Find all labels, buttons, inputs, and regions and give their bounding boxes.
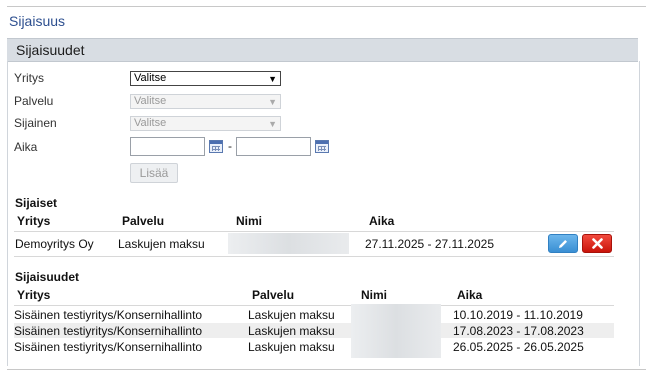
- location-label: Sijainen: [14, 116, 57, 130]
- location-select-value: Valitse: [134, 117, 167, 129]
- panel-title: Sijaisuudet: [16, 42, 85, 58]
- table-cell-service: Laskujen maksu: [248, 308, 335, 322]
- service-select[interactable]: Valitse ▼: [130, 94, 281, 109]
- table-cell-time: 10.10.2019 - 11.10.2019: [453, 308, 583, 322]
- table-cell-service: Laskujen maksu: [248, 340, 335, 354]
- pencil-icon: [559, 239, 567, 248]
- table-cell-company: Sisäinen testiyritys/Konsernihallinto: [14, 324, 203, 338]
- service-label: Palvelu: [14, 94, 54, 108]
- table-cell-service: Laskujen maksu: [118, 237, 205, 251]
- row-divider: [14, 256, 614, 257]
- column-header-time: Aika: [369, 214, 395, 228]
- column-header-time: Aika: [457, 288, 483, 302]
- substitutes-title: Sijaiset: [15, 196, 58, 210]
- redacted-name: [228, 233, 349, 254]
- time-label: Aika: [14, 140, 38, 154]
- start-date-input[interactable]: [130, 137, 205, 156]
- panel-header: Sijaisuudet: [7, 38, 638, 62]
- table-cell-time: 27.11.2025 - 27.11.2025: [365, 237, 494, 251]
- table-cell-service: Laskujen maksu: [248, 324, 335, 338]
- chevron-down-icon: ▼: [268, 119, 277, 129]
- column-header-service: Palvelu: [252, 288, 295, 302]
- table-cell-time: 17.08.2023 - 17.08.2023: [453, 324, 584, 338]
- table-cell-company: Demoyritys Oy: [15, 237, 94, 251]
- chevron-down-icon: ▼: [268, 74, 277, 84]
- header-divider: [14, 231, 614, 232]
- redacted-name: [351, 304, 441, 358]
- add-button[interactable]: Lisää: [130, 163, 178, 183]
- column-header-company: Yritys: [17, 288, 51, 302]
- chevron-down-icon: ▼: [268, 97, 277, 107]
- column-header-service: Palvelu: [122, 214, 165, 228]
- bottom-divider: [7, 369, 646, 370]
- column-header-name: Nimi: [236, 214, 263, 228]
- calendar-icon[interactable]: [209, 140, 223, 153]
- end-date-input[interactable]: [236, 137, 311, 156]
- delete-button[interactable]: [582, 234, 612, 253]
- service-select-value: Valitse: [134, 95, 167, 107]
- company-label: Yritys: [14, 71, 44, 85]
- table-cell-company: Sisäinen testiyritys/Konsernihallinto: [14, 308, 203, 322]
- substitutions-title: Sijaisuudet: [15, 270, 80, 284]
- column-header-company: Yritys: [17, 214, 51, 228]
- edit-button[interactable]: [548, 234, 578, 253]
- location-select[interactable]: Valitse ▼: [130, 116, 281, 131]
- header-divider: [14, 305, 614, 306]
- close-icon: [591, 238, 603, 249]
- company-select[interactable]: Valitse ▼: [130, 71, 281, 86]
- company-select-value: Valitse: [134, 72, 167, 84]
- calendar-icon[interactable]: [315, 140, 329, 153]
- column-header-name: Nimi: [361, 288, 388, 302]
- top-divider: [7, 6, 646, 7]
- page-title: Sijaisuus: [9, 13, 66, 29]
- table-cell-time: 26.05.2025 - 26.05.2025: [453, 340, 584, 354]
- date-separator: -: [228, 139, 232, 153]
- table-cell-company: Sisäinen testiyritys/Konsernihallinto: [14, 340, 203, 354]
